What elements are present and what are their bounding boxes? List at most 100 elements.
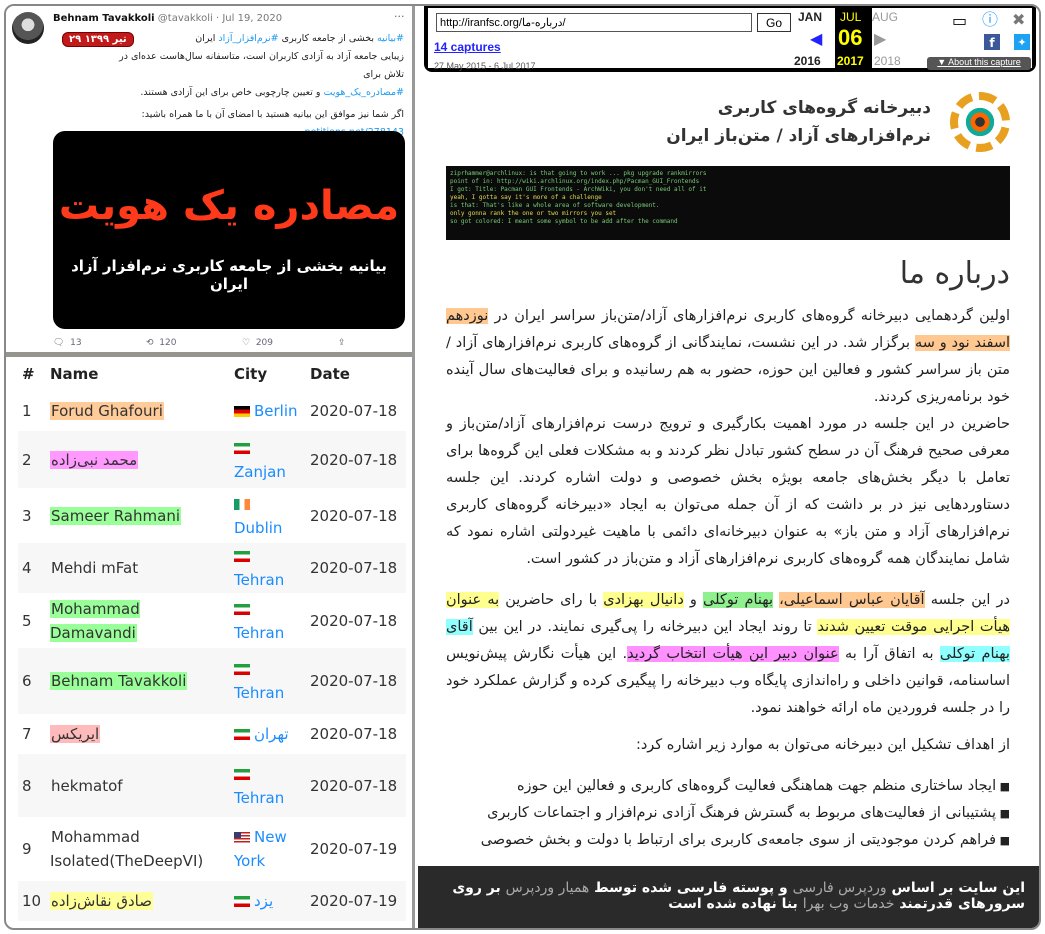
prev-year[interactable]: 2016 (794, 54, 821, 68)
left-panel: Behnam Tavakkoli @tavakkoli · Jul 19, 20… (6, 6, 415, 928)
prev-arrow-icon[interactable]: ◀ (810, 30, 822, 48)
city-cell: Tehran (230, 754, 306, 817)
like-button[interactable]: ♡ 209 (242, 338, 273, 348)
image-title: مصادره یک هویت (58, 183, 400, 229)
row-number: 1 (22, 402, 32, 420)
tweet-text-segment: زیبایی جامعه آزاد به آزادی کاربران است، … (119, 51, 404, 80)
city-cell: Berlin (230, 391, 306, 431)
prev-month[interactable]: JAN (798, 10, 822, 24)
highlighted-text: عنوان دبیر این هیأت انتخاب گردید (627, 646, 839, 662)
text-segment: به اتفاق آرا به (838, 646, 940, 662)
signer-name: محمد نبی‌زاده (50, 450, 139, 469)
text-segment: اولین گردهمایی دبیرخانه گروه‌های کاربری … (488, 308, 1010, 324)
current-month: JUL (840, 10, 862, 24)
name-cell: Mohammad Damavandi (46, 593, 230, 648)
ir-flag-icon (234, 603, 250, 615)
facebook-icon[interactable]: f (984, 34, 1000, 50)
name-cell: ایریکس (46, 714, 230, 754)
about-capture-button[interactable]: ▼ About this capture (927, 57, 1031, 70)
window-icon[interactable]: ▭ (952, 12, 967, 30)
terminal-banner-image: ziprhammer@archlinux: is that going to w… (446, 166, 1010, 240)
highlighted-text: دانیال بهزادی (603, 592, 684, 608)
tweet-line: زیبایی جامعه آزاد به آزادی کاربران است، … (114, 48, 404, 84)
name-cell: صادق نقاش‌زاده (46, 881, 230, 921)
reply-count: 13 (70, 338, 82, 348)
tweet-text-segment: و تعیین چارچوبی خاص برای این آزادی هستند… (140, 87, 324, 98)
more-icon[interactable]: ··· (394, 10, 405, 23)
date-cell: 2020-07-18 (310, 402, 398, 420)
site-footer: این سایت بر اساس وردپرس فارسی و پوسته فا… (418, 866, 1039, 928)
row-number: 9 (22, 840, 32, 858)
signatures-table: # Name City Date 1 Forud Ghafouri Berlin 20… (18, 357, 406, 921)
table-row: 4 Mehdi mFat Tehran 2020-07-18 (18, 543, 406, 593)
table-row: 6 Behnam Tavakkoli Tehran 2020-07-18 (18, 648, 406, 714)
city-link[interactable]: Berlin (254, 402, 298, 420)
row-number: 10 (18, 881, 46, 921)
site-title-line1: دبیرخانه گروه‌های کاربری (717, 98, 931, 118)
row-number: 2 (18, 431, 46, 488)
retweet-button[interactable]: ⟲ 120 (146, 338, 176, 348)
twitter-icon[interactable]: ✦ (1014, 34, 1030, 50)
name-cell: Mohammad Isolated(TheDeepVI) (46, 817, 230, 881)
date-cell: 2020-07-19 (306, 881, 406, 921)
city-link[interactable]: Dublin (234, 519, 282, 537)
city-link[interactable]: Tehran (234, 684, 284, 702)
city-cell: تهران (230, 714, 306, 754)
goals-list: ایجاد ساختاری منظم جهت هماهنگی فعالیت گر… (446, 773, 1010, 854)
city-link[interactable]: تهران (254, 725, 289, 743)
tweet-header: Behnam Tavakkoli @tavakkoli · Jul 19, 20… (53, 13, 282, 24)
city-cell: Tehran (230, 543, 306, 593)
goal-item: فراهم کردن موجودیتی از سوی جامعه‌ی کاربر… (446, 827, 1010, 854)
page-title: درباره ما (899, 256, 1010, 291)
close-icon[interactable]: ✖ (1012, 11, 1025, 29)
city-link[interactable]: Zanjan (234, 463, 286, 481)
hashtag-link[interactable]: #مصادره_یک_هویت (323, 87, 404, 98)
footer-link[interactable]: خدمات وب بهرا (803, 896, 895, 912)
footer-link[interactable]: وردپرس فارسی (793, 880, 887, 896)
current-year: 2017 (837, 54, 864, 68)
footer-text: و پوسته فارسی شده توسط (589, 880, 793, 896)
hashtag-link[interactable]: #نرم‌افزار_آزاد (218, 33, 278, 44)
ir-flag-icon (234, 729, 250, 740)
signer-name: hekmatof (51, 776, 123, 795)
text-segment: و (683, 592, 704, 608)
tweet-handle[interactable]: @tavakkoli (158, 13, 213, 24)
name-cell: Sameer Rahmani (46, 488, 230, 543)
text-segment: حاضرین در این جلسه در مورد اهمیت بکارگیر… (446, 416, 1010, 567)
ir-flag-icon (234, 442, 250, 454)
go-button[interactable]: Go (757, 13, 791, 32)
city-link[interactable]: Tehran (234, 571, 284, 589)
wayback-url-input[interactable] (436, 13, 752, 32)
hashtag-link[interactable]: #بیانیه (377, 33, 404, 44)
city-cell: New York (230, 817, 306, 881)
name-cell: Behnam Tavakkoli (46, 648, 230, 714)
tweet-image[interactable]: مصادره یک هویت بیانیه بخشی از جامعه کارب… (53, 131, 405, 329)
table-row: 9 Mohammad Isolated(TheDeepVI) New York 202… (18, 817, 406, 881)
article-paragraph: در این جلسه آقایان عباس اسماعیلی، بهنام … (446, 587, 1010, 722)
site-title[interactable]: دبیرخانه گروه‌های کاربری نرم‌افزارهای آز… (666, 94, 931, 150)
name-cell: hekmatof (46, 754, 230, 817)
captures-link[interactable]: 14 captures (434, 40, 501, 54)
tweet-card: Behnam Tavakkoli @tavakkoli · Jul 19, 20… (6, 6, 412, 352)
share-button[interactable]: ⇪ (338, 338, 346, 348)
city-link[interactable]: یزد (254, 892, 273, 910)
help-icon[interactable]: ⓘ (982, 11, 998, 29)
de-flag-icon (234, 406, 250, 417)
date-cell: 2020-07-18 (310, 611, 398, 630)
city-link[interactable]: Tehran (234, 789, 284, 807)
signer-name: Sameer Rahmani (50, 506, 181, 525)
table-row: 10 صادق نقاش‌زاده یزد 2020-07-19 (18, 881, 406, 921)
site-logo[interactable] (950, 92, 1010, 152)
ir-flag-icon (234, 896, 250, 907)
city-cell: Tehran (230, 593, 306, 648)
reply-button[interactable]: 🗨 13 (53, 338, 82, 348)
footer-link[interactable]: همیار وردپرس (506, 880, 590, 896)
tweet-date[interactable]: Jul 19, 2020 (222, 13, 282, 24)
signer-name: Forud Ghafouri (50, 402, 164, 420)
tweet-author[interactable]: Behnam Tavakkoli (53, 13, 155, 24)
capture-range: 27 May 2015 - 6 Jul 2017 (434, 61, 536, 71)
avatar[interactable] (12, 12, 44, 44)
name-cell: محمد نبی‌زاده (46, 431, 230, 488)
city-link[interactable]: Tehran (234, 624, 284, 642)
article-body: اولین گردهمایی دبیرخانه گروه‌های کاربری … (446, 303, 1010, 854)
